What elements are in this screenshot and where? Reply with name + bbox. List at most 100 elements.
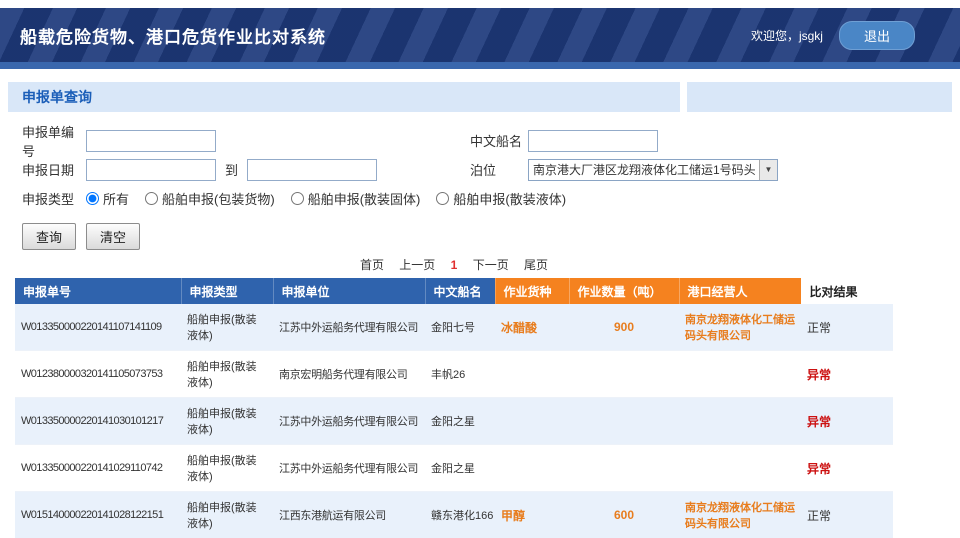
cell-operator: 南京龙翔液体化工储运码头有限公司 <box>679 492 801 538</box>
app-title: 船载危险货物、港口危货作业比对系统 <box>20 23 326 48</box>
cell-quantity <box>569 445 679 492</box>
cell-agent: 江苏中外运船务代理有限公司 <box>273 304 425 351</box>
col-header-result: 比对结果 <box>801 278 893 304</box>
cell-quantity <box>569 351 679 398</box>
section-bar: 申报单查询 <box>8 82 952 112</box>
cell-result: 异常 <box>801 351 893 398</box>
cell-result: 正常 <box>801 304 893 351</box>
table-body: W013350000220141107141109 船舶申报(散装液体) 江苏中… <box>15 304 893 538</box>
cell-operator: 南京龙翔液体化工储运码头有限公司 <box>679 304 801 351</box>
col-header-cargo: 作业货种 <box>495 278 569 304</box>
berth-select[interactable]: 南京港大厂港区龙翔液体化工储运1号码头 ▼ <box>528 159 778 181</box>
declaration-no-label: 申报单编号 <box>22 122 86 160</box>
radio-option-packaged: 船舶申报(包装货物) <box>145 189 275 208</box>
col-header-declaration-no: 申报单号 <box>15 278 181 304</box>
ship-name-input[interactable] <box>528 130 658 152</box>
cell-declaration-no: W012380000320141105073753 <box>15 351 181 398</box>
pagination-last[interactable]: 尾页 <box>524 258 548 272</box>
pagination-top: 首页 上一页 1 下一页 尾页 <box>15 256 893 272</box>
cell-operator <box>679 445 801 492</box>
user-zone: 欢迎您，jsgkj 退出 <box>751 21 915 50</box>
cell-type: 船舶申报(散装液体) <box>181 492 273 538</box>
section-bar-right-segment <box>687 82 952 112</box>
col-header-ship: 中文船名 <box>425 278 495 304</box>
cell-declaration-no: W013350000220141030101217 <box>15 398 181 445</box>
query-button[interactable]: 查询 <box>22 223 76 250</box>
berth-label: 泊位 <box>470 160 528 179</box>
radio-all-label: 所有 <box>103 189 129 208</box>
radio-option-bulk-liquid: 船舶申报(散装液体) <box>436 189 566 208</box>
radio-bulk-liquid-label: 船舶申报(散装液体) <box>453 189 566 208</box>
clear-button[interactable]: 清空 <box>86 223 140 250</box>
app-header: 船载危险货物、港口危货作业比对系统 欢迎您，jsgkj 退出 <box>0 8 960 62</box>
date-to-text: 到 <box>225 160 238 179</box>
berth-selected-value: 南京港大厂港区龙翔液体化工储运1号码头 <box>529 161 759 178</box>
ship-name-label: 中文船名 <box>470 131 528 150</box>
cell-cargo <box>495 398 569 445</box>
col-header-quantity: 作业数量（吨） <box>569 278 679 304</box>
query-form: 申报单编号 中文船名 申报日期 到 泊位 南京港大厂港区龙翔液体化工储运1号码头… <box>0 112 960 213</box>
logout-button[interactable]: 退出 <box>839 21 915 50</box>
cell-operator <box>679 351 801 398</box>
cell-type: 船舶申报(散装液体) <box>181 398 273 445</box>
result-text: 异常 <box>807 368 831 382</box>
result-text: 正常 <box>807 509 831 523</box>
cell-ship: 金阳之星 <box>425 398 495 445</box>
radio-all-input[interactable] <box>86 192 99 205</box>
radio-packaged-input[interactable] <box>145 192 158 205</box>
cell-agent: 江苏中外运船务代理有限公司 <box>273 398 425 445</box>
pagination-first[interactable]: 首页 <box>360 258 384 272</box>
cell-ship: 金阳七号 <box>425 304 495 351</box>
section-title: 申报单查询 <box>22 89 92 105</box>
declaration-no-input[interactable] <box>86 130 216 152</box>
radio-bulk-liquid-input[interactable] <box>436 192 449 205</box>
radio-bulk-solid-input[interactable] <box>291 192 304 205</box>
cell-cargo <box>495 351 569 398</box>
results-table: 申报单号 申报类型 申报单位 中文船名 作业货种 作业数量（吨） 港口经营人 比… <box>15 278 893 538</box>
cell-cargo: 冰醋酸 <box>495 304 569 351</box>
cell-type: 船舶申报(散装液体) <box>181 445 273 492</box>
radio-packaged-label: 船舶申报(包装货物) <box>162 189 275 208</box>
cell-quantity: 900 <box>569 304 679 351</box>
section-title-tab: 申报单查询 <box>8 82 680 112</box>
cell-ship: 赣东港化166 <box>425 492 495 538</box>
cell-agent: 江西东港航运有限公司 <box>273 492 425 538</box>
welcome-text: 欢迎您，jsgkj <box>751 27 823 44</box>
cell-ship: 金阳之星 <box>425 445 495 492</box>
table-row: W013350000220141107141109 船舶申报(散装液体) 江苏中… <box>15 304 893 351</box>
section-bar-gap <box>680 82 687 112</box>
result-text: 异常 <box>807 415 831 429</box>
result-text: 异常 <box>807 462 831 476</box>
table-row: W015140000220141028122151 船舶申报(散装液体) 江西东… <box>15 492 893 538</box>
pagination-next[interactable]: 下一页 <box>473 258 509 272</box>
table-row: W012380000320141105073753 船舶申报(散装液体) 南京宏… <box>15 351 893 398</box>
cell-cargo: 甲醇 <box>495 492 569 538</box>
cell-result: 异常 <box>801 398 893 445</box>
date-from-input[interactable] <box>86 159 216 181</box>
chevron-down-icon: ▼ <box>759 160 777 180</box>
date-to-input[interactable] <box>247 159 377 181</box>
date-label: 申报日期 <box>22 160 86 179</box>
pagination-prev[interactable]: 上一页 <box>399 258 435 272</box>
result-text: 正常 <box>807 321 831 335</box>
cell-type: 船舶申报(散装液体) <box>181 304 273 351</box>
cell-agent: 南京宏明船务代理有限公司 <box>273 351 425 398</box>
pagination-current: 1 <box>451 258 458 272</box>
radio-option-all: 所有 <box>86 189 129 208</box>
cell-operator <box>679 398 801 445</box>
declare-type-radio-group: 所有 船舶申报(包装货物) 船舶申报(散装固体) 船舶申报(散装液体) <box>86 189 566 208</box>
radio-option-bulk-solid: 船舶申报(散装固体) <box>291 189 421 208</box>
col-header-agent: 申报单位 <box>273 278 425 304</box>
cell-quantity <box>569 398 679 445</box>
type-label: 申报类型 <box>22 189 86 208</box>
cell-result: 异常 <box>801 445 893 492</box>
header-accent-strip <box>0 62 960 69</box>
cell-ship: 丰帆26 <box>425 351 495 398</box>
table-row: W013350000220141029110742 船舶申报(散装液体) 江苏中… <box>15 445 893 492</box>
col-header-operator: 港口经营人 <box>679 278 801 304</box>
cell-cargo <box>495 445 569 492</box>
radio-bulk-solid-label: 船舶申报(散装固体) <box>308 189 421 208</box>
cell-declaration-no: W013350000220141029110742 <box>15 445 181 492</box>
action-buttons: 查询 清空 <box>22 223 960 250</box>
table-header-row: 申报单号 申报类型 申报单位 中文船名 作业货种 作业数量（吨） 港口经营人 比… <box>15 278 893 304</box>
